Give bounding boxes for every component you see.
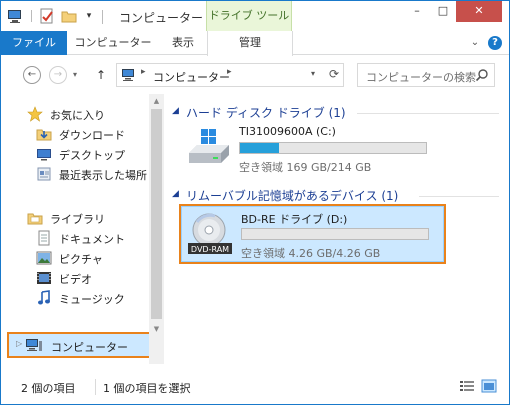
- help-icon[interactable]: ?: [488, 36, 502, 50]
- drive-usage-fill: [240, 143, 280, 153]
- maximize-button[interactable]: □: [430, 1, 456, 22]
- nav-item-pictures[interactable]: ピクチャ: [1, 248, 149, 268]
- address-dropdown-icon[interactable]: ▾: [307, 69, 319, 78]
- divider: [102, 10, 103, 24]
- minimize-button[interactable]: –: [404, 1, 430, 22]
- search-input[interactable]: コンピューターの検索: [357, 63, 495, 87]
- downloads-icon: [36, 126, 52, 142]
- divider: [419, 196, 499, 197]
- explorer-window: ▾ コンピューター ドライブ ツール – □ ✕ ファイル コンピューター 表示…: [0, 0, 510, 405]
- recent-locations-icon[interactable]: ▾: [69, 66, 81, 84]
- nav-item-computer[interactable]: ▷ コンピューター: [7, 332, 151, 358]
- address-bar[interactable]: ▸ コンピューター ▸ ▾ ⟳: [116, 63, 344, 87]
- tab-manage[interactable]: 管理: [207, 31, 293, 56]
- large-icons-view-icon[interactable]: [481, 379, 497, 393]
- expand-ribbon-icon[interactable]: ⌄: [468, 36, 482, 50]
- tab-computer[interactable]: コンピューター: [73, 31, 153, 55]
- close-button[interactable]: ✕: [456, 1, 502, 22]
- refresh-icon[interactable]: ⟳: [327, 67, 341, 81]
- nav-item-music[interactable]: ミュージック: [1, 288, 149, 308]
- recent-places-icon: [36, 166, 52, 182]
- properties-icon[interactable]: [39, 8, 55, 24]
- nav-item-label: ミュージック: [59, 293, 125, 306]
- hard-disk-icon: [185, 127, 233, 171]
- nav-libraries[interactable]: ライブラリ: [1, 208, 149, 228]
- nav-item-label: ピクチャ: [59, 253, 103, 266]
- system-menu-icon[interactable]: [7, 8, 25, 24]
- contextual-tab-drive-tools: ドライブ ツール: [206, 1, 292, 31]
- nav-item-videos[interactable]: ビデオ: [1, 268, 149, 288]
- ribbon-tabs: ファイル コンピューター 表示 管理 ⌄ ?: [1, 31, 509, 56]
- group-title: ハード ディスク ドライブ (1): [186, 106, 346, 120]
- search-placeholder: コンピューターの検索: [366, 71, 476, 84]
- nav-item-label: デスクトップ: [59, 149, 125, 162]
- drive-usage-bar: [239, 142, 427, 154]
- drive-name: BD-RE ドライブ (D:): [241, 213, 348, 226]
- status-bar: 2 個の項目 1 個の項目を選択: [1, 371, 509, 404]
- nav-item-documents[interactable]: ドキュメント: [1, 228, 149, 248]
- group-title: リムーバブル記憶域があるデバイス (1): [186, 189, 399, 203]
- nav-item-label: コンピューター: [51, 341, 128, 354]
- collapse-chevron-icon[interactable]: ◢: [172, 189, 179, 199]
- details-view-icon[interactable]: [459, 379, 475, 393]
- nav-item-label: ドキュメント: [59, 233, 125, 246]
- videos-icon: [36, 270, 52, 286]
- collapse-chevron-icon[interactable]: ◢: [172, 106, 179, 116]
- status-item-count: 2 個の項目: [21, 382, 76, 395]
- pictures-icon: [36, 250, 52, 266]
- group-header-hard-disk[interactable]: ◢ ハード ディスク ドライブ (1): [169, 103, 499, 121]
- nav-item-downloads[interactable]: ダウンロード: [1, 124, 149, 144]
- tab-file[interactable]: ファイル: [1, 31, 67, 55]
- window-title: コンピューター: [119, 11, 204, 25]
- nav-favorites-label: お気に入り: [50, 109, 105, 122]
- divider: [357, 113, 499, 114]
- breadcrumb-computer[interactable]: コンピューター: [153, 69, 230, 85]
- tab-view[interactable]: 表示: [161, 31, 205, 55]
- drive-item-c[interactable]: TI31009600A (C:) 空き領域 169 GB/214 GB: [179, 123, 437, 177]
- drive-name: TI31009600A (C:): [239, 125, 336, 138]
- quick-access-dropdown-icon[interactable]: ▾: [83, 8, 95, 24]
- drive-free-space: 空き領域 169 GB/214 GB: [239, 161, 372, 174]
- back-button[interactable]: ←: [23, 66, 41, 84]
- nav-item-recent-places[interactable]: 最近表示した場所: [1, 164, 149, 184]
- dvd-ram-badge: DVD-RAM: [191, 245, 229, 254]
- navigation-pane: お気に入り ダウンロード デスクトップ 最近表示した場所 ライブラリ ドキュメン…: [1, 94, 164, 364]
- divider: [95, 379, 96, 395]
- scroll-down-icon[interactable]: ▼: [149, 322, 164, 336]
- computer-icon: [121, 68, 137, 82]
- group-header-removable[interactable]: ◢ リムーバブル記憶域があるデバイス (1): [169, 186, 499, 204]
- computer-icon: [25, 338, 43, 352]
- breadcrumb-separator-icon[interactable]: ▸: [227, 67, 232, 77]
- address-row: ← → ▾ ↑ ▸ コンピューター ▸ ▾ ⟳ コンピューターの検索: [1, 56, 509, 94]
- libraries-icon: [27, 210, 43, 226]
- status-selection: 1 個の項目を選択: [103, 382, 191, 395]
- expand-arrow-icon[interactable]: ▷: [16, 339, 22, 348]
- optical-disc-icon: DVD-RAM: [187, 212, 235, 256]
- drive-usage-bar: [241, 228, 429, 240]
- drive-free-space: 空き領域 4.26 GB/4.26 GB: [241, 247, 381, 260]
- search-icon[interactable]: [475, 68, 489, 82]
- content-pane: ◢ ハード ディスク ドライブ (1) TI31009600A (C:) 空き領…: [169, 94, 504, 364]
- divider: [31, 10, 32, 22]
- scrollbar-thumb[interactable]: [151, 109, 162, 319]
- up-button[interactable]: ↑: [94, 66, 108, 84]
- nav-item-label: ダウンロード: [59, 129, 125, 142]
- new-folder-icon[interactable]: [61, 8, 77, 24]
- star-icon: [27, 106, 43, 122]
- drive-item-d[interactable]: DVD-RAM BD-RE ドライブ (D:) 空き領域 4.26 GB/4.2…: [179, 204, 446, 264]
- nav-item-label: 最近表示した場所: [59, 169, 147, 182]
- nav-item-desktop[interactable]: デスクトップ: [1, 144, 149, 164]
- nav-pane-scrollbar[interactable]: ▲ ▼: [149, 94, 164, 364]
- documents-icon: [36, 230, 52, 246]
- nav-libraries-label: ライブラリ: [50, 213, 105, 226]
- music-icon: [36, 290, 52, 306]
- forward-button[interactable]: →: [49, 66, 67, 84]
- nav-item-label: ビデオ: [59, 273, 92, 286]
- nav-favorites[interactable]: お気に入り: [1, 104, 149, 124]
- scroll-up-icon[interactable]: ▲: [149, 94, 164, 108]
- breadcrumb-separator-icon[interactable]: ▸: [141, 67, 146, 77]
- title-bar: ▾ コンピューター ドライブ ツール – □ ✕: [1, 1, 509, 31]
- desktop-icon: [36, 146, 52, 162]
